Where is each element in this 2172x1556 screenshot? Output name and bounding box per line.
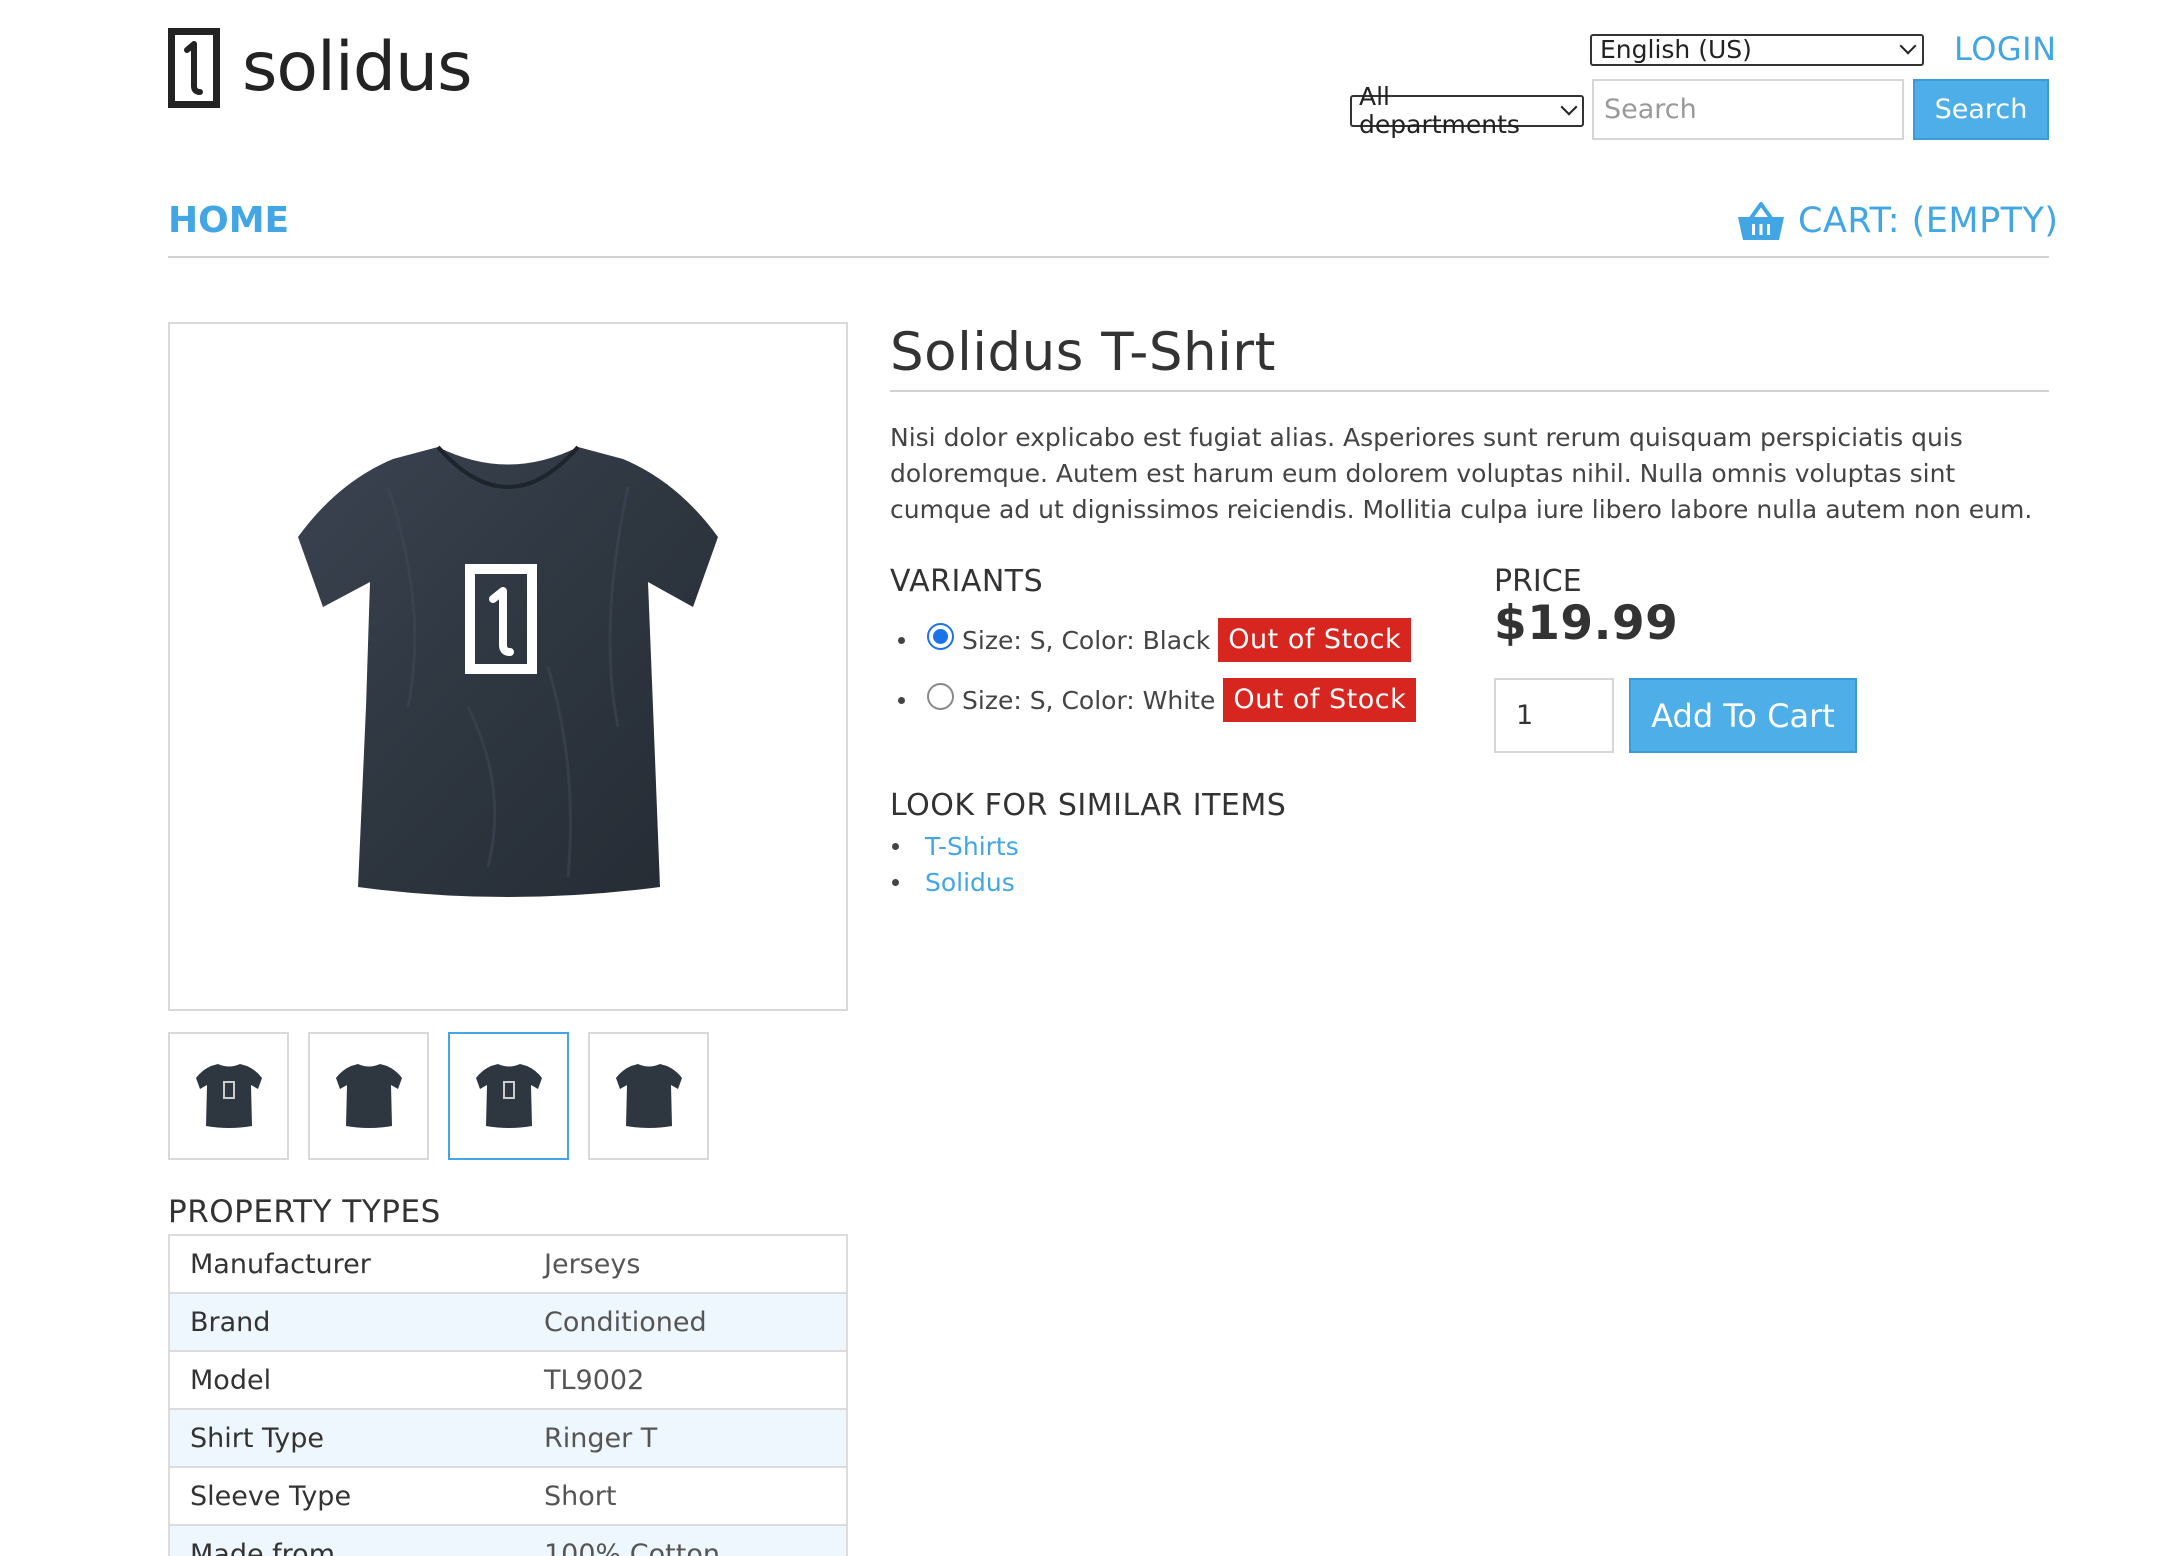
thumbnail-4[interactable] (588, 1032, 709, 1160)
language-select-value: English (US) (1600, 35, 1752, 64)
property-table: Manufacturer Jerseys Brand Conditioned M… (168, 1234, 848, 1556)
property-value: TL9002 (524, 1350, 847, 1409)
table-row: Model TL9002 (169, 1350, 847, 1409)
bullet (892, 842, 899, 850)
out-of-stock-badge: Out of Stock (1218, 618, 1412, 662)
nav-divider (168, 256, 2049, 258)
solidus-logo[interactable]: solidus (168, 28, 473, 108)
out-of-stock-badge: Out of Stock (1223, 678, 1417, 722)
bullet (892, 878, 899, 886)
thumbnail-1[interactable] (168, 1032, 289, 1160)
list-item: Solidus (890, 864, 1019, 900)
language-select[interactable]: English (US) (1590, 34, 1924, 66)
similar-link-solidus[interactable]: Solidus (925, 868, 1015, 897)
property-name: Manufacturer (169, 1234, 524, 1293)
price-value: $19.99 (1494, 596, 1679, 651)
variant-list: Size: S, Color: Black Out of Stock Size:… (898, 610, 1417, 730)
login-link[interactable]: LOGIN (1954, 30, 2057, 68)
table-row: Manufacturer Jerseys (169, 1234, 847, 1293)
product-title: Solidus T-Shirt (890, 322, 1276, 383)
property-name: Brand (169, 1292, 524, 1351)
variant-radio-black[interactable] (927, 622, 954, 650)
thumbnail-strip (168, 1032, 728, 1160)
page: solidus English (US) LOGIN All departmen… (0, 0, 2172, 1556)
tshirt-thumbnail (335, 1064, 402, 1128)
nav-home-link[interactable]: HOME (168, 200, 289, 241)
cart-link[interactable]: CART: (EMPTY) (1736, 200, 2059, 242)
property-name: Shirt Type (169, 1408, 524, 1467)
table-row: Shirt Type Ringer T (169, 1408, 847, 1467)
tshirt-thumbnail (615, 1064, 682, 1128)
table-row: Sleeve Type Short (169, 1466, 847, 1525)
property-name: Made from (169, 1524, 524, 1556)
search-button[interactable]: Search (1913, 79, 2049, 140)
similar-link-tshirts[interactable]: T-Shirts (925, 832, 1019, 861)
tshirt-thumbnail (195, 1064, 262, 1128)
title-divider (890, 390, 2049, 392)
shopping-basket-icon (1738, 202, 1784, 240)
variant-item: Size: S, Color: White Out of Stock (898, 670, 1417, 730)
table-row: Made from 100% Cotton (169, 1524, 847, 1556)
variant-label: Size: S, Color: White (962, 685, 1216, 715)
cart-label: CART: (EMPTY) (1798, 201, 2059, 241)
chevron-down-icon (1560, 98, 1578, 116)
tshirt-image (298, 445, 718, 897)
chevron-down-icon (1899, 37, 1917, 55)
variant-radio-white[interactable] (927, 682, 954, 710)
variant-item: Size: S, Color: Black Out of Stock (898, 610, 1416, 670)
bullet (898, 696, 905, 704)
variants-heading: VARIANTS (890, 564, 1044, 599)
variant-label: Size: S, Color: Black (962, 625, 1211, 655)
similar-items-list: T-Shirts Solidus (890, 828, 1019, 900)
property-value: Conditioned (524, 1292, 847, 1351)
solidus-logo-icon (168, 28, 220, 108)
tshirt-thumbnail (475, 1064, 542, 1128)
thumbnail-3[interactable] (448, 1032, 569, 1160)
property-value: Jerseys (524, 1234, 847, 1293)
search-input[interactable] (1592, 79, 1904, 140)
product-main-image (168, 322, 848, 1011)
list-item: T-Shirts (890, 828, 1019, 864)
similar-items-heading: LOOK FOR SIMILAR ITEMS (890, 788, 1287, 823)
logo-text: solidus (242, 28, 473, 107)
property-name: Sleeve Type (169, 1466, 524, 1525)
property-types-heading: PROPERTY TYPES (168, 1194, 441, 1230)
property-value: Short (524, 1466, 847, 1525)
thumbnail-2[interactable] (308, 1032, 429, 1160)
department-select-value: All departments (1359, 82, 1520, 139)
quantity-input[interactable] (1494, 678, 1614, 753)
department-select[interactable]: All departments (1350, 83, 1584, 139)
property-value: 100% Cotton (524, 1524, 847, 1556)
add-to-cart-button[interactable]: Add To Cart (1629, 678, 1857, 753)
property-value: Ringer T (524, 1408, 847, 1467)
product-description: Nisi dolor explicabo est fugiat alias. A… (890, 423, 2033, 524)
table-row: Brand Conditioned (169, 1292, 847, 1351)
price-heading: PRICE (1494, 564, 1582, 599)
bullet (898, 636, 905, 644)
property-name: Model (169, 1350, 524, 1409)
